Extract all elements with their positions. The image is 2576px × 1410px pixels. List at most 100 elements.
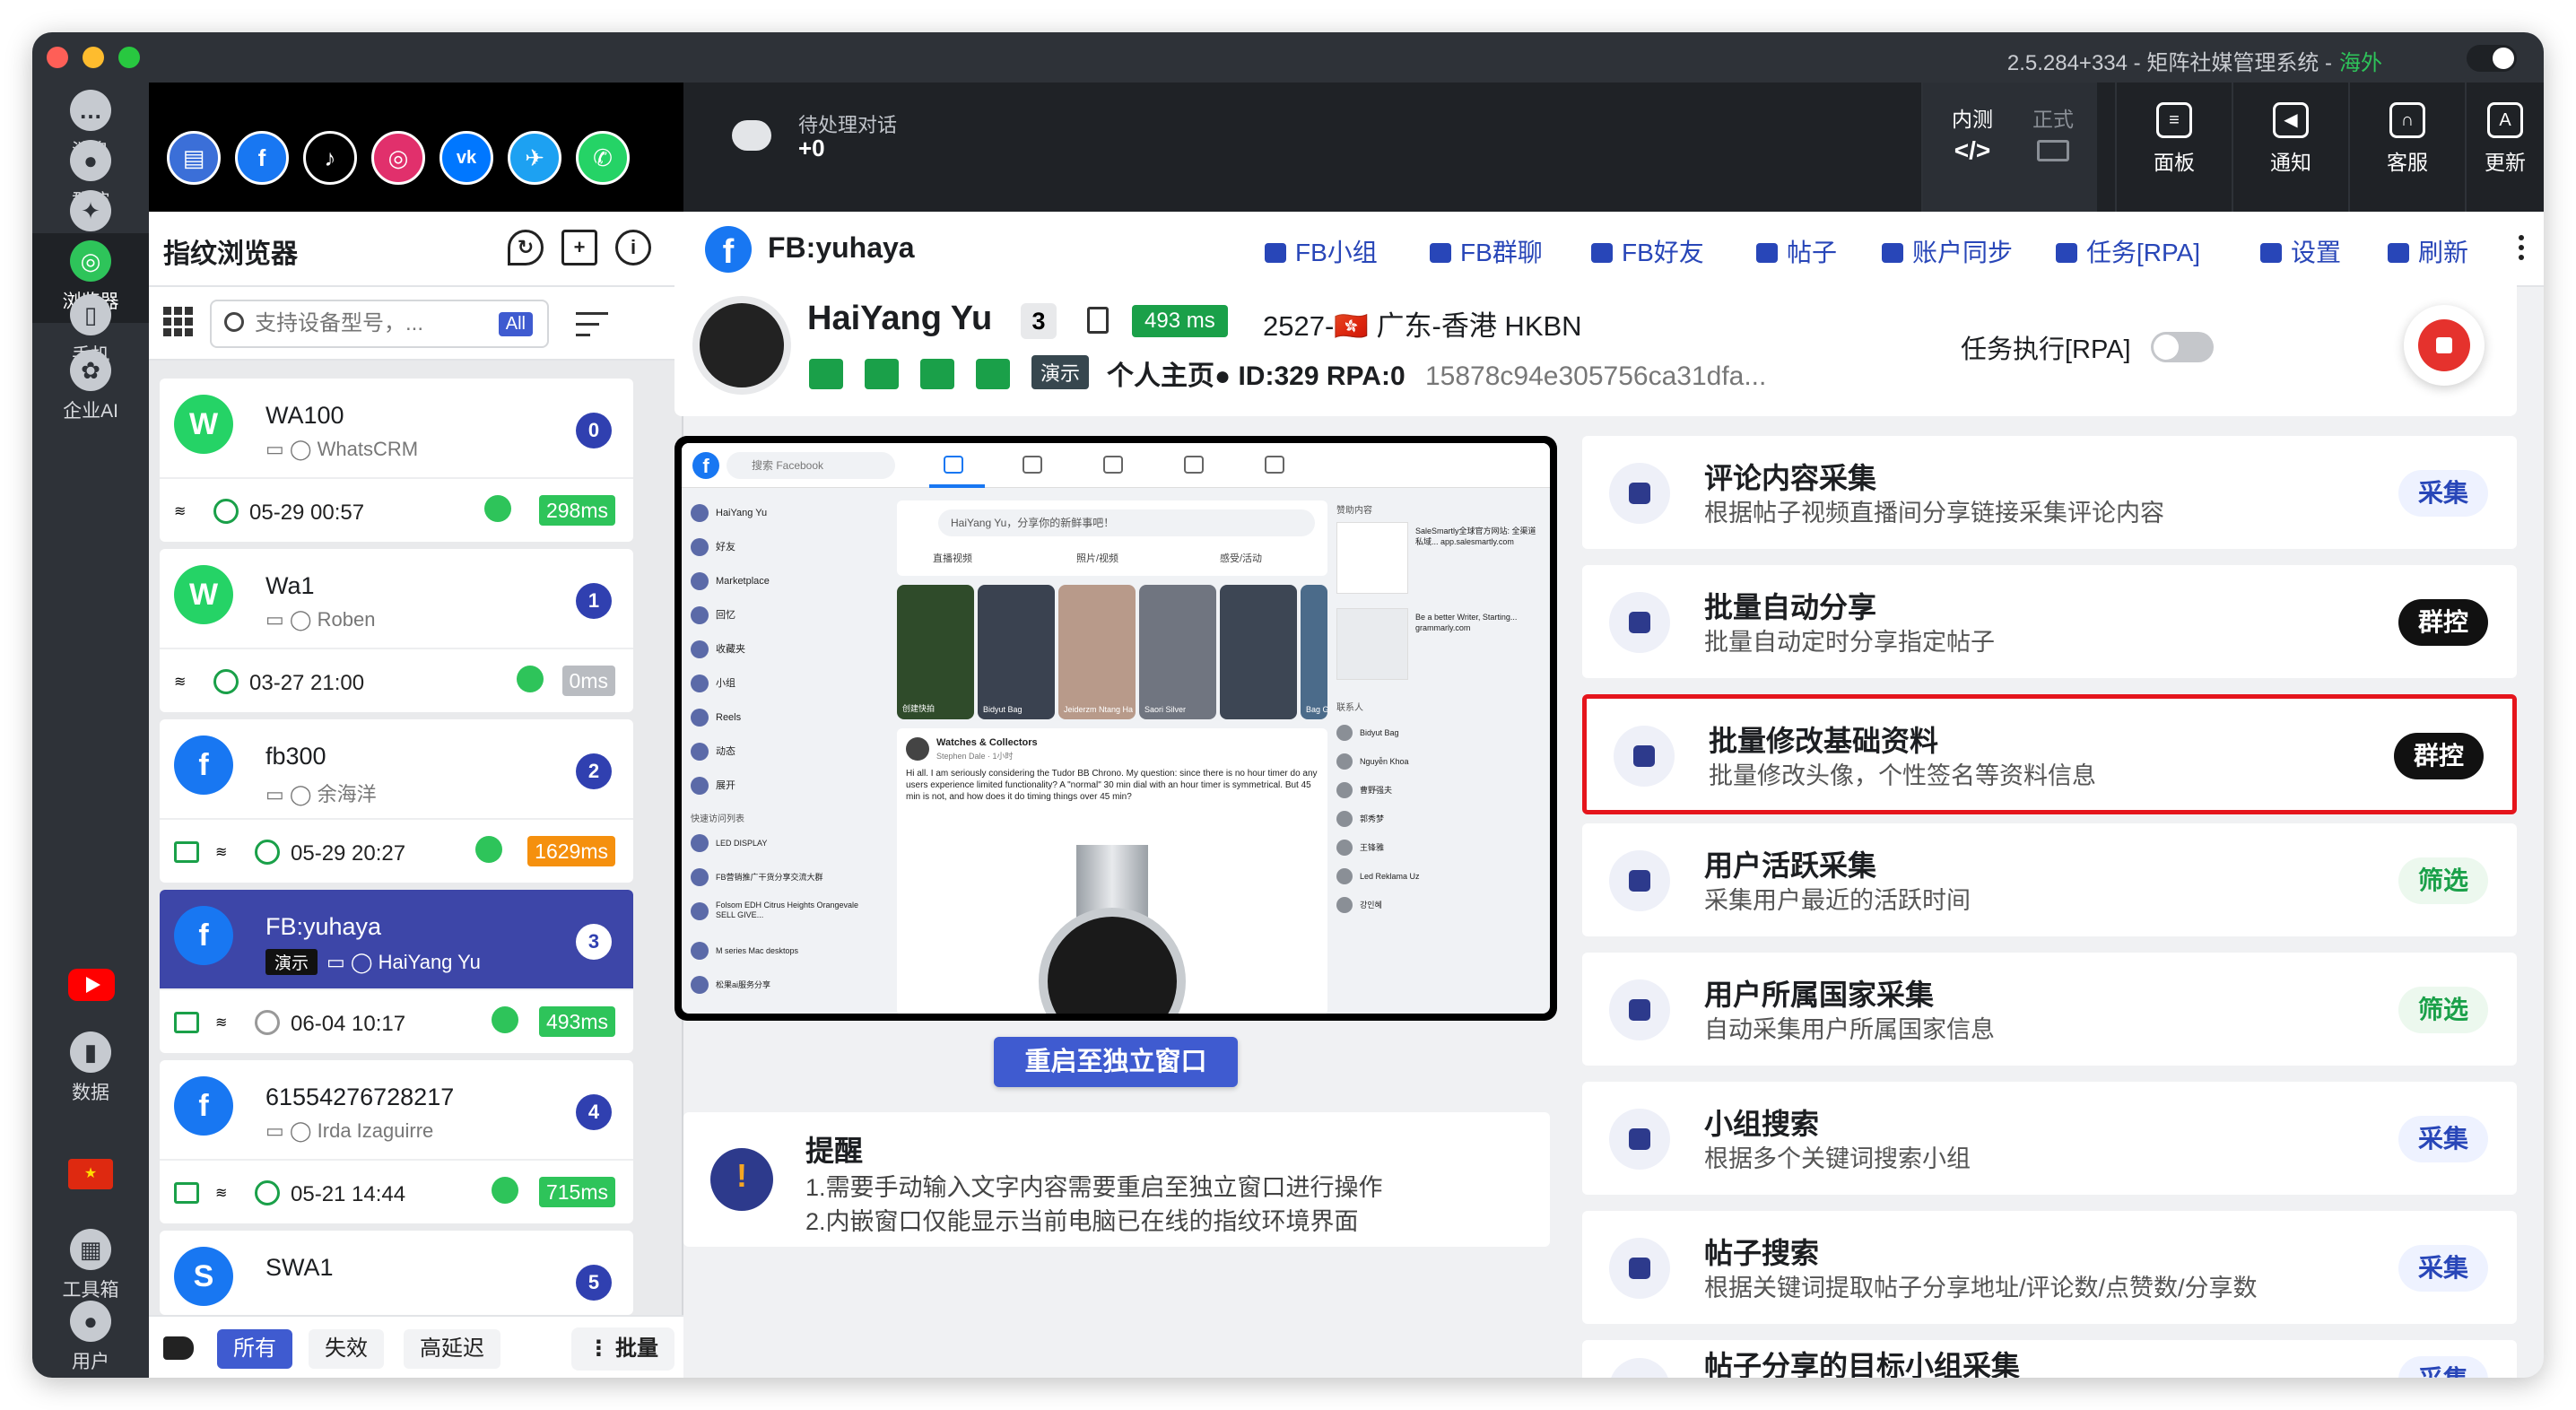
link-account-sync[interactable]: 账户同步 [1882,233,2013,269]
fb-shortcut[interactable]: LED DISPLAY [691,832,767,854]
story-card[interactable]: 创建快拍 [897,585,974,719]
add-icon[interactable]: + [561,230,597,265]
feature-post-target-groups[interactable]: 帖子分享的目标小组采集 采集 [1582,1340,2517,1378]
twitter-icon[interactable]: ✈ [508,131,561,185]
contact-item[interactable]: 王锋雅 [1336,838,1384,857]
contact-item[interactable]: Nguyễn Khoa [1336,752,1409,771]
tag-icon[interactable] [163,1336,194,1360]
whatsapp-icon[interactable]: ✆ [576,131,630,185]
link-fb-groups[interactable]: FB小组 [1265,233,1378,269]
marketplace-icon[interactable] [1184,456,1204,474]
group-control-button[interactable]: 群控 [2398,599,2488,646]
rpa-toggle[interactable] [2151,332,2214,362]
story-card[interactable] [1220,585,1297,719]
more-icon[interactable] [2519,235,2526,264]
feature-comment-collect[interactable]: 评论内容采集 根据帖子视频直播间分享链接采集评论内容 采集 [1582,436,2517,549]
story-card[interactable]: Jeiderzm Ntang Ha [1058,585,1136,719]
info-icon[interactable]: i [615,230,651,265]
composer-photo[interactable]: 照片/视频 [1076,551,1118,565]
nav-item-data[interactable]: ▮ 数据 [32,1024,149,1114]
facebook-icon[interactable]: f [235,131,289,185]
collect-button[interactable]: 采集 [2398,470,2488,517]
support-button[interactable]: ∩ 客服 [2348,83,2465,212]
link-task-rpa[interactable]: 任务[RPA] [2056,233,2200,269]
fb-menu-item[interactable]: 展开 [691,775,735,796]
homepage-link[interactable]: 个人主页 [1107,361,1214,391]
minimize-window-button[interactable] [83,47,104,68]
embedded-browser[interactable]: f 搜索 Facebook HaiYang Yu 好友 Marketplace … [674,436,1557,1021]
contact-item[interactable]: Led Reklama Uz [1336,866,1420,886]
close-window-button[interactable] [47,47,68,68]
filter-high-latency-button[interactable]: 高延迟 [404,1329,500,1369]
fb-menu-item[interactable]: HaiYang Yu [691,502,767,524]
maximize-window-button[interactable] [118,47,140,68]
link-settings[interactable]: 设置 [2260,233,2341,269]
fb-shortcut[interactable]: M series Mac desktops [691,940,798,962]
story-card[interactable]: Bag G [1301,585,1327,719]
story-card[interactable]: Bidyut Bag [978,585,1055,719]
nav-item-user[interactable]: ● 用户 [32,1293,149,1378]
stop-button[interactable] [2404,305,2485,386]
fb-menu-item[interactable]: 收藏夹 [691,639,745,660]
link-fb-friends[interactable]: FB好友 [1591,233,1704,269]
fb-menu-item[interactable]: 回忆 [691,605,735,626]
contact-item[interactable]: Bidyut Bag [1336,723,1399,743]
batch-button[interactable]: ⋮ 批量 [571,1327,674,1371]
composer-live[interactable]: 直播视频 [933,551,972,565]
nav-item-enterprise-ai[interactable]: ✿ 企业AI [32,343,149,432]
reopen-window-button[interactable]: 重启至独立窗口 [994,1037,1238,1087]
fb-menu-item[interactable]: 动态 [691,741,735,762]
env-prod-label[interactable]: 正式 [2032,108,2074,131]
tiktok-icon[interactable]: ♪ [303,131,357,185]
search-input[interactable] [255,310,479,337]
feature-batch-share[interactable]: 批量自动分享 批量自动定时分享指定帖子 群控 [1582,565,2517,678]
sponsored-ad[interactable]: Be a better Writer, Starting... grammarl… [1336,608,1543,689]
contact-item[interactable]: 曹野强夫 [1336,780,1392,800]
composer-input[interactable]: HaiYang Yu，分享你的新鲜事吧！ [938,509,1315,536]
env-test-label[interactable]: 内测 [1952,108,1993,131]
instagram-icon[interactable]: ◎ [371,131,425,185]
grid-icon[interactable] [163,307,194,337]
region-toggle[interactable] [2467,45,2517,72]
post-author[interactable]: Watches & Collectors [936,737,1038,748]
home-icon[interactable] [944,456,963,474]
fb-search[interactable]: 搜索 Facebook [727,452,895,479]
video-icon[interactable] [1103,456,1123,474]
collect-button[interactable]: 采集 [2398,1356,2488,1378]
slides-icon[interactable]: ▤ [167,131,221,185]
fb-shortcut[interactable]: Folsom EDH Citrus Heights Orangevale SEL… [691,901,879,922]
fb-menu-item[interactable]: Reels [691,707,741,728]
contact-item[interactable]: 郭秀梦 [1336,809,1384,829]
update-button[interactable]: A 更新 [2465,83,2544,212]
collect-button[interactable]: 采集 [2398,1116,2488,1162]
filter-all-button[interactable]: 所有 [217,1329,292,1369]
vk-icon[interactable]: vk [439,131,493,185]
profile-card[interactable]: W WA100 ▭ ◯ WhatsCRM 0 ≋ 05-29 00:57 298… [160,379,633,542]
feature-post-search[interactable]: 帖子搜索 根据关键词提取帖子分享地址/评论数/点赞数/分享数 采集 [1582,1211,2517,1324]
fb-shortcut[interactable]: FB营销推广干货分享交流大群 [691,866,823,888]
youtube-icon[interactable] [68,969,115,1001]
group-control-button[interactable]: 群控 [2393,733,2484,779]
feature-group-search[interactable]: 小组搜索 根据多个关键词搜索小组 采集 [1582,1082,2517,1195]
refresh-icon[interactable]: ↻ [508,230,544,265]
filter-invalid-button[interactable]: 失效 [309,1329,384,1369]
contact-item[interactable]: 강인혜 [1336,895,1382,915]
link-refresh[interactable]: 刷新 [2388,233,2468,269]
fb-menu-item[interactable]: 小组 [691,673,735,694]
feature-user-activity[interactable]: 用户活跃采集 采集用户最近的活跃时间 筛选 [1582,823,2517,936]
notify-button[interactable]: ◀ 通知 [2232,83,2348,212]
story-card[interactable]: Saori Silver [1139,585,1216,719]
filter-button[interactable]: 筛选 [2398,857,2488,904]
profile-card-selected[interactable]: f FB:yuhaya 演示 ▭ ◯ HaiYang Yu 3 ≋ 06-04 1… [160,890,633,1053]
fb-shortcut[interactable]: 松果ai服务分享 [691,974,770,996]
profile-card[interactable]: f 61554276728217 ▭ ◯ Irda Izaguirre 4 ≋ … [160,1060,633,1223]
friends-icon[interactable] [1023,456,1042,474]
panel-button[interactable]: ≡ 面板 [2115,83,2232,212]
china-flag-icon[interactable]: ★ [68,1159,113,1189]
filter-button[interactable]: 筛选 [2398,987,2488,1033]
profile-card[interactable]: f fb300 ▭ ◯ 余海洋 2 ≋ 05-29 20:27 1629ms [160,719,633,883]
collect-button[interactable]: 采集 [2398,1245,2488,1292]
copy-icon[interactable] [1087,307,1109,334]
composer-feeling[interactable]: 感受/活动 [1220,551,1262,565]
fb-menu-item[interactable]: Marketplace [691,570,770,592]
